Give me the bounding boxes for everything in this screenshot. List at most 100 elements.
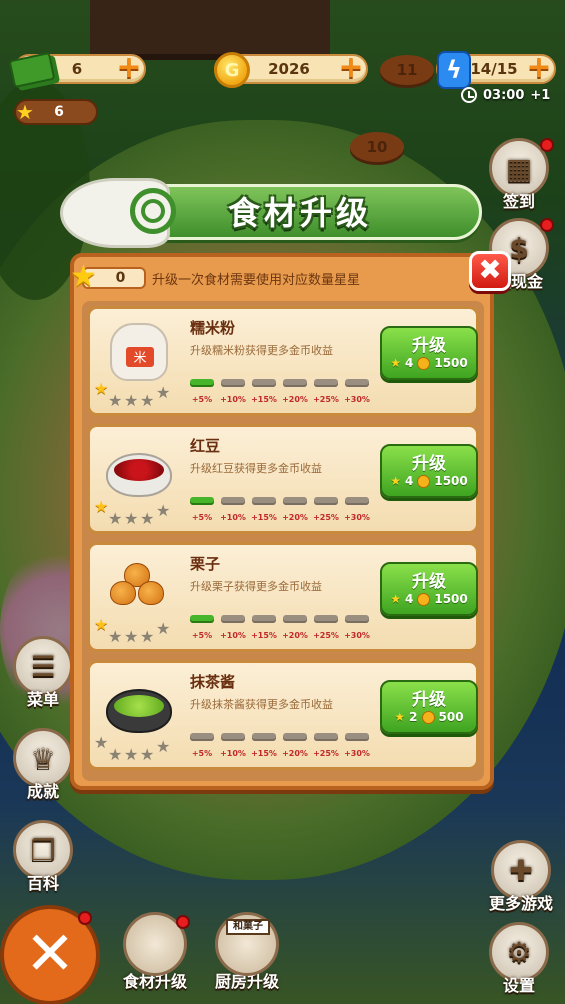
rice-flour-bag-icon	[104, 319, 176, 383]
level-star-icon: ★	[156, 501, 171, 520]
level-bar	[314, 497, 338, 505]
level-bar	[221, 615, 245, 623]
ingredient-stars: ★ ★ ★ ★ ★	[94, 497, 184, 528]
coin-counter: G 2026 +	[214, 52, 368, 88]
level-bar	[283, 497, 307, 505]
upgrade-button[interactable]: 升级 ★ 4 1500	[380, 326, 478, 380]
coin-icon	[417, 356, 431, 370]
level-bar	[190, 733, 214, 741]
energy-bolt-icon: ϟ	[432, 48, 476, 92]
level-bar	[345, 497, 369, 505]
upgrade-button[interactable]: 升级 ★ 4 1500	[380, 444, 478, 498]
coin-icon	[417, 592, 431, 606]
coin-icon	[421, 710, 435, 724]
level-bar	[190, 497, 214, 505]
level-star-icon: ★	[140, 391, 155, 410]
level-bar	[345, 379, 369, 387]
coin-cost: 1500	[434, 592, 468, 606]
ingredient-desc: 升级抹茶酱获得更多金币收益	[190, 698, 333, 711]
level-bar	[190, 615, 214, 623]
upgrade-button[interactable]: 升级 ★ 4 1500	[380, 562, 478, 616]
cash-counter: 6 +	[8, 51, 146, 89]
add-cash-button[interactable]: +	[116, 53, 142, 83]
panel-title: 食材升级	[227, 194, 372, 232]
ingredient-card: 栗子 升级栗子获得更多金币收益 ★ ★ ★ ★ ★ +5% +10% +15% +20% +25…	[87, 542, 479, 652]
level-star-icon: ★	[156, 737, 171, 756]
level-star-icon: ★	[156, 619, 171, 638]
star-cost: 4	[405, 474, 414, 488]
level-bonus: +30%	[344, 749, 370, 758]
level-star-icon: ★	[124, 627, 139, 646]
level-star-icon: ★	[140, 627, 155, 646]
level-star-icon: ★	[108, 509, 123, 528]
add-coins-button[interactable]: +	[338, 53, 364, 83]
star-icon: ★	[70, 258, 97, 294]
coin-cost: 500	[438, 710, 464, 724]
upgrade-hint: 升级一次食材需要使用对应数量星星	[152, 272, 361, 288]
upgrade-cost: ★ 2 500	[382, 710, 476, 724]
star-hint-row: ★ 0 升级一次食材需要使用对应数量星星	[70, 259, 361, 294]
level-bar	[252, 379, 276, 387]
notification-dot	[540, 218, 554, 232]
coin-icon: G	[210, 48, 254, 92]
achievements-button[interactable]: ♕ 成就	[8, 728, 78, 802]
level-star-icon: ★	[140, 745, 155, 764]
clock-icon	[461, 87, 477, 103]
menu-button[interactable]: ☰ 菜单	[8, 636, 78, 710]
level-bonus: +30%	[344, 513, 370, 522]
upgrade-cost: ★ 4 1500	[382, 474, 476, 488]
close-button[interactable]: ✖	[469, 251, 511, 291]
chestnuts-icon	[104, 555, 176, 619]
level-star-icon: ★	[94, 379, 109, 398]
star-icon: ★	[390, 474, 401, 488]
more-games-button[interactable]: ✚ 更多游戏	[484, 840, 558, 914]
level-star-icon: ★	[124, 745, 139, 764]
level-bonus: +30%	[344, 395, 370, 404]
level-progress: +5% +10% +15% +20% +25% +30%	[190, 615, 370, 645]
add-energy-button[interactable]: +	[526, 53, 552, 83]
level-bonus: +30%	[344, 631, 370, 640]
ingredient-card: 红豆 升级红豆获得更多金币收益 ★ ★ ★ ★ ★ +5% +10% +15% +20% +25…	[87, 424, 479, 534]
ingredient-stars: ★ ★ ★ ★ ★	[94, 615, 184, 646]
star-icon: ★	[390, 356, 401, 370]
notification-dot	[78, 911, 92, 925]
ingredient-upgrade-panel: ★ 0 升级一次食材需要使用对应数量星星 ✖ 糯米粉 升级糯米粉获得更多金币收益…	[70, 251, 511, 790]
ingredient-card: 糯米粉 升级糯米粉获得更多金币收益 ★★★★★ +5%+10%+15%+20%+…	[87, 306, 479, 416]
level-star-icon: ★	[124, 509, 139, 528]
ingredient-stars: ★ ★ ★ ★ ★	[94, 733, 184, 764]
close-icon: ✖	[478, 253, 502, 286]
level-bar	[252, 733, 276, 741]
level-bar	[314, 733, 338, 741]
energy-timer: 03:00 +1	[461, 87, 550, 103]
level-star-icon: ★	[94, 615, 109, 634]
level-star-icon: ★	[140, 509, 155, 528]
close-menu-button[interactable]: ✕	[0, 905, 100, 1004]
encyclopedia-button[interactable]: ❐ 百科	[8, 820, 78, 894]
coin-icon	[417, 474, 431, 488]
star-icon: ★	[390, 592, 401, 606]
star-icon: ★	[16, 100, 34, 124]
level-bar	[314, 615, 338, 623]
ingredient-upgrade-tab[interactable]: 食材升级	[110, 912, 200, 992]
cash-icon	[8, 48, 56, 92]
kitchen-upgrade-tab[interactable]: 和菓子 厨房升级	[202, 912, 292, 992]
level-progress: +5% +10% +15% +20% +25% +30%	[190, 497, 370, 527]
level-bar	[221, 379, 245, 387]
ingredient-desc: 升级糯米粉获得更多金币收益	[190, 344, 333, 357]
level-bar	[252, 497, 276, 505]
star-cost: 4	[405, 356, 414, 370]
level-progress: +5% +10% +15% +20% +25% +30%	[190, 733, 370, 763]
ingredient-name: 抹茶酱	[190, 673, 236, 691]
level-star-icon: ★	[108, 627, 123, 646]
red-bean-upgrade-icon	[123, 912, 190, 976]
ingredient-list[interactable]: 糯米粉 升级糯米粉获得更多金币收益 ★★★★★ +5%+10%+15%+20%+…	[82, 301, 484, 781]
owned-stars: ★ 0	[70, 259, 146, 294]
shop-sign-label: 和菓子	[226, 919, 270, 935]
upgrade-button[interactable]: 升级 ★ 2 500	[380, 680, 478, 734]
star-value: 6	[54, 104, 64, 120]
upgrade-cost: ★ 4 1500	[382, 592, 476, 606]
coin-cost: 1500	[434, 356, 468, 370]
swirl-icon	[130, 188, 176, 234]
star-counter: ★ 6	[14, 99, 98, 125]
settings-button[interactable]: ⚙ 设置	[484, 922, 554, 996]
